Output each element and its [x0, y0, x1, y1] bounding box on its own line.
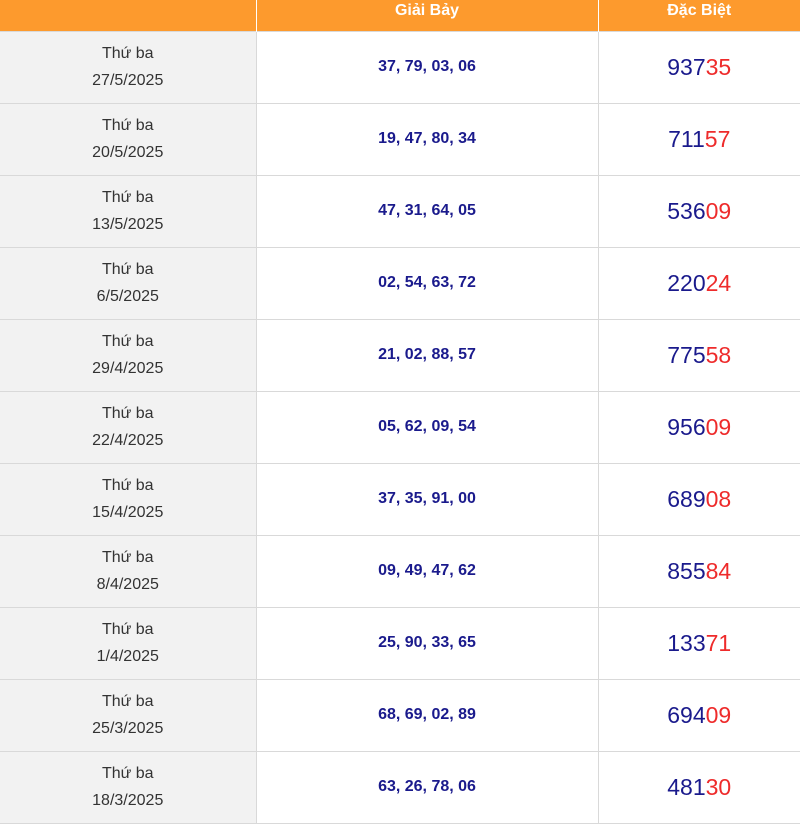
date-cell: Thứ ba 25/3/2025	[0, 678, 257, 752]
special-head: 937	[667, 53, 706, 80]
special-tail: 57	[704, 125, 731, 152]
prize7-numbers: 25, 90, 33, 65	[255, 606, 599, 680]
special-head: 694	[667, 701, 706, 728]
table-row: Thứ ba 6/5/2025 02, 54, 63, 72 22024	[0, 246, 800, 320]
special-prize: 48130	[597, 750, 800, 824]
special-head: 133	[667, 629, 706, 656]
special-prize: 13371	[597, 606, 800, 680]
date-label: 15/4/2025	[92, 504, 164, 521]
special-tail: 24	[705, 269, 732, 296]
prize7-numbers: 68, 69, 02, 89	[255, 678, 599, 752]
table-row: Thứ ba 29/4/2025 21, 02, 88, 57 77558	[0, 318, 800, 392]
weekday-label: Thứ ba	[101, 693, 154, 710]
date-label: 6/5/2025	[96, 288, 159, 305]
special-prize: 95609	[597, 390, 800, 464]
prize7-numbers: 37, 79, 03, 06	[255, 30, 599, 104]
date-label: 8/4/2025	[96, 576, 159, 593]
prize7-numbers: 05, 62, 09, 54	[255, 390, 599, 464]
header-special: Đặc Biệt	[597, 0, 800, 31]
date-cell: Thứ ba 8/4/2025	[0, 534, 257, 608]
special-prize: 68908	[597, 462, 800, 536]
table-row: Thứ ba 8/4/2025 09, 49, 47, 62 85584	[0, 534, 800, 608]
weekday-label: Thứ ba	[101, 45, 154, 62]
date-label: 25/3/2025	[92, 720, 164, 737]
prize7-numbers: 21, 02, 88, 57	[255, 318, 599, 392]
weekday-label: Thứ ba	[101, 765, 154, 782]
table-row: Thứ ba 20/5/2025 19, 47, 80, 34 71157	[0, 102, 800, 176]
prize7-numbers: 63, 26, 78, 06	[255, 750, 599, 824]
special-tail: 84	[705, 557, 732, 584]
table-row: Thứ ba 22/4/2025 05, 62, 09, 54 95609	[0, 390, 800, 464]
header-row: Giải Bảy Đặc Biệt	[0, 0, 800, 31]
special-tail: 30	[705, 773, 732, 800]
special-head: 775	[667, 341, 706, 368]
date-cell: Thứ ba 18/3/2025	[0, 750, 257, 824]
special-tail: 35	[705, 53, 732, 80]
weekday-label: Thứ ba	[101, 621, 154, 638]
special-head: 536	[667, 197, 706, 224]
date-label: 18/3/2025	[92, 792, 164, 809]
table-row: Thứ ba 15/4/2025 37, 35, 91, 00 68908	[0, 462, 800, 536]
special-tail: 09	[705, 413, 732, 440]
weekday-label: Thứ ba	[101, 117, 154, 134]
prize7-numbers: 02, 54, 63, 72	[255, 246, 599, 320]
prize7-numbers: 09, 49, 47, 62	[255, 534, 599, 608]
table-row: Thứ ba 27/5/2025 37, 79, 03, 06 93735	[0, 30, 800, 104]
weekday-label: Thứ ba	[101, 333, 154, 350]
header-prize7: Giải Bảy	[255, 0, 598, 31]
date-cell: Thứ ba 20/5/2025	[0, 102, 257, 176]
special-prize: 22024	[597, 246, 800, 320]
results-table: Giải Bảy Đặc Biệt Thứ ba 27/5/2025 37, 79,…	[0, 0, 800, 824]
special-prize: 93735	[597, 30, 800, 104]
date-label: 27/5/2025	[92, 72, 164, 89]
special-head: 220	[667, 269, 706, 296]
date-cell: Thứ ba 15/4/2025	[0, 462, 257, 536]
table-row: Thứ ba 18/3/2025 63, 26, 78, 06 48130	[0, 750, 800, 824]
table-row: Thứ ba 13/5/2025 47, 31, 64, 05 53609	[0, 174, 800, 248]
date-cell: Thứ ba 13/5/2025	[0, 174, 257, 248]
special-head: 689	[667, 485, 706, 512]
special-tail: 09	[705, 701, 732, 728]
weekday-label: Thứ ba	[101, 189, 154, 206]
date-cell: Thứ ba 6/5/2025	[0, 246, 257, 320]
weekday-label: Thứ ba	[101, 549, 154, 566]
special-tail: 09	[705, 197, 732, 224]
special-prize: 71157	[597, 102, 800, 176]
date-label: 20/5/2025	[92, 144, 164, 161]
table-row: Thứ ba 1/4/2025 25, 90, 33, 65 13371	[0, 606, 800, 680]
special-head: 855	[667, 557, 706, 584]
special-prize: 69409	[597, 678, 800, 752]
date-label: 29/4/2025	[92, 360, 164, 377]
special-head: 711	[668, 125, 705, 152]
prize7-numbers: 47, 31, 64, 05	[255, 174, 599, 248]
special-head: 481	[667, 773, 706, 800]
prize7-numbers: 37, 35, 91, 00	[255, 462, 599, 536]
date-cell: Thứ ba 1/4/2025	[0, 606, 257, 680]
date-label: 13/5/2025	[92, 216, 164, 233]
special-prize: 53609	[597, 174, 800, 248]
special-prize: 77558	[597, 318, 800, 392]
date-cell: Thứ ba 27/5/2025	[0, 30, 257, 104]
special-head: 956	[667, 413, 706, 440]
date-label: 22/4/2025	[92, 432, 164, 449]
date-cell: Thứ ba 22/4/2025	[0, 390, 257, 464]
special-tail: 58	[705, 341, 732, 368]
special-prize: 85584	[597, 534, 800, 608]
table-row: Thứ ba 25/3/2025 68, 69, 02, 89 69409	[0, 678, 800, 752]
date-label: 1/4/2025	[96, 648, 159, 665]
weekday-label: Thứ ba	[101, 405, 154, 422]
weekday-label: Thứ ba	[101, 477, 154, 494]
date-cell: Thứ ba 29/4/2025	[0, 318, 257, 392]
header-date	[0, 0, 256, 31]
weekday-label: Thứ ba	[101, 261, 154, 278]
special-tail: 08	[705, 485, 732, 512]
prize7-numbers: 19, 47, 80, 34	[255, 102, 599, 176]
special-tail: 71	[705, 629, 732, 656]
